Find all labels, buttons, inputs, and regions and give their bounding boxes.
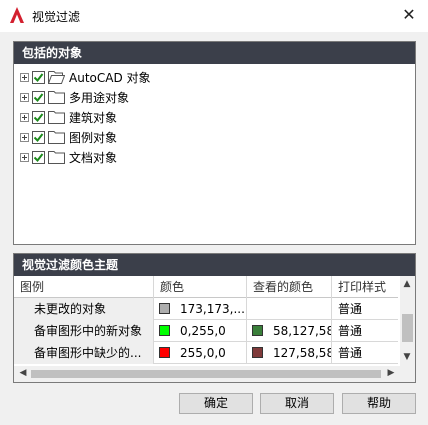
color-theme-panel: 视觉过滤颜色主题 图例 颜色 查看的颜色 打印样式 未更改的对象 173,173…	[13, 253, 416, 383]
cancel-button[interactable]: 取消	[260, 393, 334, 414]
scroll-right-icon[interactable]: ▶	[384, 368, 398, 378]
tree-item-label: 文档对象	[69, 150, 118, 165]
table-header: 图例 颜色 查看的颜色 打印样式	[14, 276, 398, 298]
table-row[interactable]: 未更改的对象 173,173,... 普通	[14, 298, 398, 320]
tree-item[interactable]: AutoCAD 对象	[20, 67, 151, 87]
color-swatch	[159, 303, 170, 314]
include-checkbox[interactable]	[32, 110, 45, 124]
include-checkbox[interactable]	[32, 70, 45, 84]
column-header-legend[interactable]: 图例	[14, 276, 154, 298]
scroll-left-icon[interactable]: ◀	[16, 368, 30, 378]
color-cell[interactable]: 173,173,...	[154, 298, 247, 320]
included-objects-panel: 包括的对象 AutoCAD 对象 多用途对象建筑对象图例对象文档对象	[13, 41, 416, 245]
scroll-thumb[interactable]	[31, 370, 381, 378]
viewed-color-cell: 58,127,58	[247, 320, 332, 342]
tree-item[interactable]: 多用途对象	[20, 87, 129, 107]
legend-cell: 未更改的对象	[14, 298, 154, 320]
color-value: 0,255,0	[180, 324, 226, 338]
plot-style-cell[interactable]: 普通	[332, 342, 398, 364]
horizontal-scrollbar[interactable]: ◀ ▶	[14, 366, 400, 382]
scroll-down-icon[interactable]: ▼	[400, 352, 414, 362]
viewed-color-cell	[247, 298, 332, 320]
tree-item-label: AutoCAD 对象	[69, 70, 151, 85]
color-value: 255,0,0	[180, 346, 226, 360]
window-title: 视觉过滤	[32, 10, 81, 24]
column-header-color[interactable]: 颜色	[154, 276, 247, 298]
tree-item[interactable]: 建筑对象	[20, 107, 117, 127]
color-swatch	[159, 325, 170, 336]
folder-icon	[48, 90, 65, 104]
color-value: 173,173,...	[180, 302, 245, 316]
scroll-up-icon[interactable]: ▲	[400, 279, 414, 289]
color-cell[interactable]: 0,255,0	[154, 320, 247, 342]
included-objects-header: 包括的对象	[14, 42, 415, 64]
tree-item[interactable]: 图例对象	[20, 127, 117, 147]
column-header-viewed-color[interactable]: 查看的颜色	[247, 276, 332, 298]
autocad-app-icon	[10, 7, 24, 23]
help-button[interactable]: 帮助	[342, 393, 416, 414]
tree-item[interactable]: 文档对象	[20, 147, 117, 167]
table-row[interactable]: 备审图形中缺少的... 255,0,0 127,58,58 普通	[14, 342, 398, 364]
expand-icon[interactable]	[20, 132, 29, 142]
tree-item-label: 建筑对象	[69, 110, 118, 125]
viewed-color-cell: 127,58,58	[247, 342, 332, 364]
expand-icon[interactable]	[20, 152, 29, 162]
folder-icon	[48, 150, 65, 164]
color-cell[interactable]: 255,0,0	[154, 342, 247, 364]
column-header-plot-style[interactable]: 打印样式	[332, 276, 398, 298]
tree-item-label: 多用途对象	[69, 90, 130, 105]
viewed-color-value: 58,127,58	[273, 324, 332, 338]
title-bar: 视觉过滤 ✕	[0, 0, 428, 32]
include-checkbox[interactable]	[32, 130, 45, 144]
ok-button[interactable]: 确定	[179, 393, 253, 414]
expand-icon[interactable]	[20, 112, 29, 122]
folder-icon	[48, 110, 65, 124]
expand-icon[interactable]	[20, 72, 29, 82]
color-theme-header: 视觉过滤颜色主题	[14, 254, 415, 276]
plot-style-cell[interactable]: 普通	[332, 320, 398, 342]
tree-item-label: 图例对象	[69, 130, 118, 145]
viewed-color-value: 127,58,58	[273, 346, 332, 360]
folder-icon	[48, 130, 65, 144]
viewed-color-swatch	[252, 325, 263, 336]
vertical-scrollbar[interactable]: ▲ ▼	[400, 276, 415, 366]
viewed-color-swatch	[252, 347, 263, 358]
expand-icon[interactable]	[20, 92, 29, 102]
include-checkbox[interactable]	[32, 90, 45, 104]
close-icon[interactable]: ✕	[396, 3, 422, 27]
scroll-corner	[400, 366, 415, 382]
plot-style-cell[interactable]: 普通	[332, 298, 398, 320]
legend-cell: 备审图形中的新对象	[14, 320, 154, 342]
legend-cell: 备审图形中缺少的...	[14, 342, 154, 364]
include-checkbox[interactable]	[32, 150, 45, 164]
table-row[interactable]: 备审图形中的新对象 0,255,0 58,127,58 普通	[14, 320, 398, 342]
scroll-thumb[interactable]	[402, 314, 413, 342]
color-swatch	[159, 347, 170, 358]
folder-open-icon	[48, 70, 66, 84]
